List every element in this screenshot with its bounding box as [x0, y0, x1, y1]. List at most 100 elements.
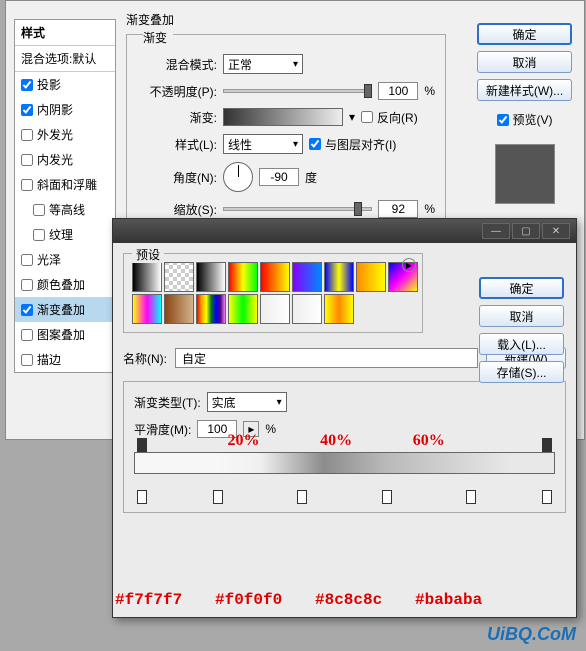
preset-swatch-10[interactable] — [164, 294, 194, 324]
gradient-stop-7[interactable] — [542, 490, 552, 504]
preset-swatch-6[interactable] — [324, 262, 354, 292]
name-label: 名称(N): — [123, 350, 167, 367]
preset-swatch-11[interactable] — [196, 294, 226, 324]
style-item-7[interactable]: 光泽 — [15, 247, 115, 272]
style-checkbox[interactable] — [21, 354, 33, 366]
preview-swatch — [495, 144, 555, 204]
style-checkbox[interactable] — [21, 79, 33, 91]
style-label: 图案叠加 — [37, 326, 85, 343]
new-style-button[interactable]: 新建样式(W)... — [477, 79, 572, 101]
preset-swatch-14[interactable] — [292, 294, 322, 324]
style-item-0[interactable]: 投影 — [15, 72, 115, 97]
scale-unit: % — [424, 202, 435, 216]
gradient-stop-6[interactable] — [466, 490, 476, 504]
gradient-stop-5[interactable] — [382, 490, 392, 504]
reverse-checkbox[interactable]: 反向(R) — [361, 109, 418, 126]
gradient-overlay-panel: 渐变叠加 渐变 混合模式: 正常 不透明度(P): % 渐变: ▾ 反向(R) … — [126, 11, 446, 237]
angle-dial[interactable] — [223, 162, 253, 192]
editor-cancel-button[interactable]: 取消 — [479, 305, 564, 327]
gradient-stop-0[interactable] — [137, 438, 147, 452]
preset-swatch-2[interactable] — [196, 262, 226, 292]
smooth-label: 平滑度(M): — [134, 421, 191, 438]
preset-swatch-5[interactable] — [292, 262, 322, 292]
style-checkbox[interactable] — [21, 104, 33, 116]
angle-input[interactable] — [259, 168, 299, 186]
cancel-button[interactable]: 取消 — [477, 51, 572, 73]
group-label: 渐变 — [143, 29, 173, 46]
gradient-picker[interactable] — [223, 108, 343, 126]
preset-swatch-13[interactable] — [260, 294, 290, 324]
style-item-5[interactable]: 等高线 — [15, 197, 115, 222]
annotation-pct: 40% — [320, 432, 352, 450]
preset-swatch-15[interactable] — [324, 294, 354, 324]
style-item-9[interactable]: 渐变叠加 — [15, 297, 115, 322]
preset-swatch-9[interactable] — [132, 294, 162, 324]
preset-group: 预设 ▶ — [123, 253, 423, 333]
annotation-pct: 20% — [227, 432, 259, 450]
editor-ok-button[interactable]: 确定 — [479, 277, 564, 299]
close-icon[interactable]: ✕ — [542, 223, 570, 239]
blend-mode-select[interactable]: 正常 — [223, 54, 303, 74]
maximize-icon[interactable]: ▢ — [512, 223, 540, 239]
style-item-2[interactable]: 外发光 — [15, 122, 115, 147]
styles-header: 样式 — [15, 20, 115, 46]
angle-label: 角度(N): — [137, 169, 217, 186]
style-label: 投影 — [37, 76, 61, 93]
style-checkbox[interactable] — [21, 129, 33, 141]
annotation-hex: #8c8c8c — [315, 591, 382, 609]
gradient-editor-dialog: — ▢ ✕ 预设 ▶ 确定 取消 载入(L)... 存储(S)... 名称(N)… — [112, 218, 577, 618]
preview-checkbox[interactable]: 预览(V) — [477, 111, 572, 128]
type-label: 渐变类型(T): — [134, 394, 201, 411]
style-label: 斜面和浮雕 — [37, 176, 97, 193]
gradient-dropdown-icon[interactable]: ▾ — [349, 110, 355, 124]
preset-swatch-4[interactable] — [260, 262, 290, 292]
opacity-input[interactable] — [378, 82, 418, 100]
style-item-3[interactable]: 内发光 — [15, 147, 115, 172]
style-checkbox[interactable] — [33, 229, 45, 241]
gradient-stop-3[interactable] — [213, 490, 223, 504]
style-checkbox[interactable] — [21, 254, 33, 266]
preset-swatch-12[interactable] — [228, 294, 258, 324]
style-item-8[interactable]: 颜色叠加 — [15, 272, 115, 297]
preset-swatch-0[interactable] — [132, 262, 162, 292]
style-item-11[interactable]: 描边 — [15, 347, 115, 372]
style-item-10[interactable]: 图案叠加 — [15, 322, 115, 347]
opacity-slider[interactable] — [223, 89, 372, 93]
style-checkbox[interactable] — [21, 154, 33, 166]
style-item-1[interactable]: 内阴影 — [15, 97, 115, 122]
gradient-stop-2[interactable] — [137, 490, 147, 504]
style-label: 纹理 — [49, 226, 73, 243]
gradient-stop-1[interactable] — [542, 438, 552, 452]
style-checkbox[interactable] — [33, 204, 45, 216]
preset-menu-icon[interactable]: ▶ — [402, 258, 416, 272]
type-select[interactable]: 实底 — [207, 392, 287, 412]
gradient-bar[interactable]: 20%40%60% — [134, 452, 555, 502]
blend-options-header[interactable]: 混合选项:默认 — [15, 46, 115, 72]
scale-input[interactable] — [378, 200, 418, 218]
scale-slider[interactable] — [223, 207, 372, 211]
angle-unit: 度 — [305, 169, 317, 186]
editor-button-column: 确定 取消 载入(L)... 存储(S)... — [479, 277, 564, 383]
style-item-4[interactable]: 斜面和浮雕 — [15, 172, 115, 197]
name-input[interactable] — [175, 348, 478, 368]
opacity-label: 不透明度(P): — [137, 83, 217, 100]
save-button[interactable]: 存储(S)... — [479, 361, 564, 383]
minimize-icon[interactable]: — — [482, 223, 510, 239]
smooth-unit: % — [265, 422, 276, 436]
titlebar[interactable]: — ▢ ✕ — [113, 219, 576, 243]
style-checkbox[interactable] — [21, 179, 33, 191]
style-checkbox[interactable] — [21, 329, 33, 341]
annotation-hex: #f7f7f7 — [115, 591, 182, 609]
style-checkbox[interactable] — [21, 279, 33, 291]
ok-button[interactable]: 确定 — [477, 23, 572, 45]
gradient-stop-4[interactable] — [297, 490, 307, 504]
load-button[interactable]: 载入(L)... — [479, 333, 564, 355]
preset-swatch-1[interactable] — [164, 262, 194, 292]
style-select[interactable]: 线性 — [223, 134, 303, 154]
preset-swatch-3[interactable] — [228, 262, 258, 292]
style-checkbox[interactable] — [21, 304, 33, 316]
preset-swatch-7[interactable] — [356, 262, 386, 292]
align-checkbox[interactable]: 与图层对齐(I) — [309, 136, 396, 153]
style-label: 外发光 — [37, 126, 73, 143]
style-item-6[interactable]: 纹理 — [15, 222, 115, 247]
